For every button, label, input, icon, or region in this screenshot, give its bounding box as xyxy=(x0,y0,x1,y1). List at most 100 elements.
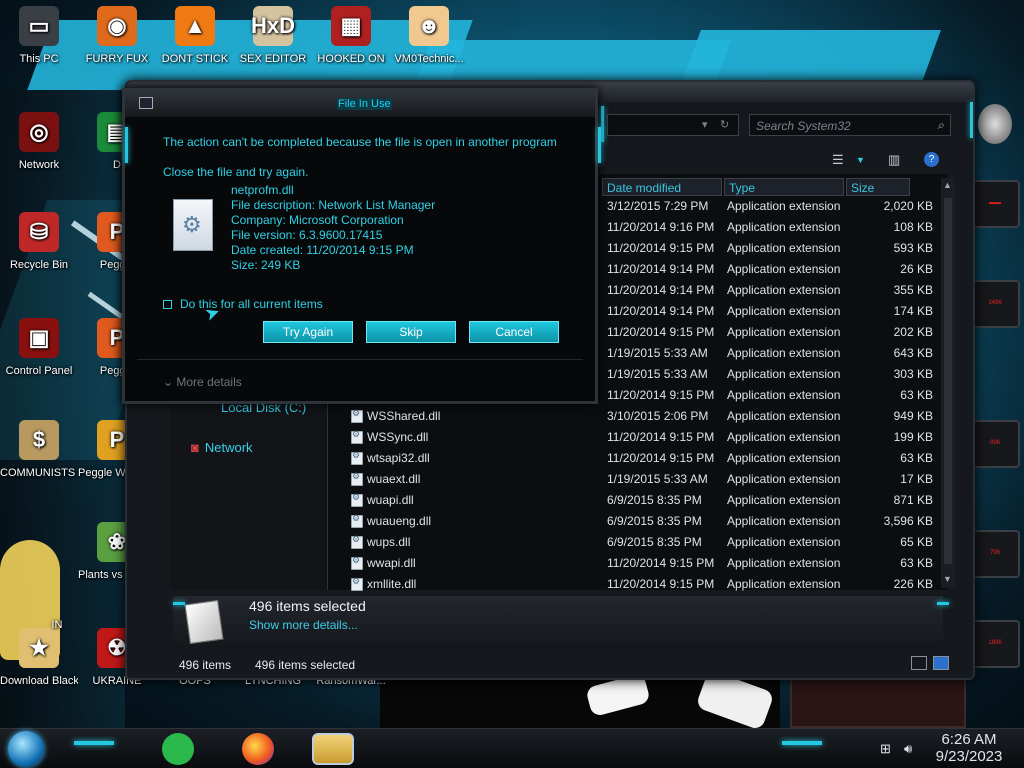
file-date-modified: 3/10/2015 2:06 PM xyxy=(607,409,709,423)
file-size: 199 KB xyxy=(893,430,933,444)
file-type: Application extension xyxy=(727,577,841,591)
file-date-modified: 1/19/2015 5:33 AM xyxy=(607,472,708,486)
desktop-icon[interactable]: $ COMMUNISTS HATE THIS G... xyxy=(0,420,78,480)
file-size: 26 KB xyxy=(900,262,933,276)
large-icons-view-button[interactable] xyxy=(933,656,949,670)
desktop-icon[interactable]: ◉ FURRY FUX xyxy=(78,6,156,66)
desktop-icon-label: Download Black Ali... xyxy=(0,675,78,687)
desktop-icon-image: ▦ xyxy=(331,6,371,46)
file-row[interactable]: wups.dll 6/9/2015 8:35 PM Application exte… xyxy=(347,532,939,552)
desktop-icon[interactable]: ☻ VM0Technic... xyxy=(390,6,468,66)
refresh-icon[interactable]: ↻ xyxy=(720,118,729,131)
desktop-icon[interactable]: ▭ This PC xyxy=(0,6,78,66)
file-size: 593 KB xyxy=(893,241,933,255)
file-size: 643 KB xyxy=(893,346,933,360)
file-date-modified: 11/20/2014 9:16 PM xyxy=(607,220,715,234)
desktop-icon[interactable]: IN xyxy=(18,572,96,632)
desktop-icon-image: ⛁ xyxy=(19,212,59,252)
file-icon xyxy=(351,576,363,591)
dropdown-arrow-icon[interactable]: ▾ xyxy=(702,118,708,131)
file-type: Application extension xyxy=(727,283,841,297)
file-explorer-icon[interactable] xyxy=(312,733,354,765)
file-row[interactable]: xmllite.dll 11/20/2014 9:15 PM Application… xyxy=(347,574,939,594)
scroll-down-arrow-icon[interactable]: ▼ xyxy=(943,574,952,584)
view-dropdown-icon[interactable]: ▼ xyxy=(856,155,865,165)
address-bar[interactable]: ▾ ↻ xyxy=(607,114,739,136)
more-details-toggle[interactable]: ⌄ More details xyxy=(163,375,242,389)
search-icon[interactable]: ⌕ xyxy=(937,118,944,133)
file-name: netprofm.dll xyxy=(231,183,294,197)
file-size: 174 KB xyxy=(893,304,933,318)
system-clock[interactable]: 6:26 AM 9/23/2023 xyxy=(920,731,1018,765)
file-size: 108 KB xyxy=(893,220,933,234)
file-type: Application extension xyxy=(727,241,841,255)
file-date-modified: 6/9/2015 8:35 PM xyxy=(607,514,702,528)
firefox-icon[interactable] xyxy=(242,733,274,765)
scroll-up-arrow-icon[interactable]: ▲ xyxy=(943,180,952,190)
file-size: 65 KB xyxy=(900,535,933,549)
desktop-icon-label: Control Panel xyxy=(5,365,73,377)
file-type: Application extension xyxy=(727,514,841,528)
file-row[interactable]: wuapi.dll 6/9/2015 8:35 PM Application ext… xyxy=(347,490,939,510)
help-icon[interactable]: ? xyxy=(924,152,939,167)
taskbar-accent xyxy=(74,741,114,745)
dll-file-icon xyxy=(173,199,213,251)
nav-item-network[interactable]: ◙ Network xyxy=(191,440,253,455)
try-again-button[interactable]: Try Again xyxy=(263,321,353,343)
file-name: wuapi.dll xyxy=(367,493,414,507)
taskbar-accent xyxy=(782,741,822,745)
file-row[interactable]: wuaext.dll 1/19/2015 5:33 AM Application e… xyxy=(347,469,939,489)
skip-button[interactable]: Skip xyxy=(366,321,456,343)
details-view-button[interactable] xyxy=(911,656,927,670)
scrollbar-thumb[interactable] xyxy=(944,198,952,564)
gadget-panel: ▬▬ xyxy=(970,180,1020,228)
gadget-panel: 896 xyxy=(970,420,1020,468)
desktop-icon[interactable]: ▣ Control Panel xyxy=(0,318,78,378)
desktop-icon-label: SEX EDITOR xyxy=(239,53,307,65)
cancel-button[interactable]: Cancel xyxy=(469,321,559,343)
file-row[interactable]: WSSync.dll 11/20/2014 9:15 PM Application … xyxy=(347,427,939,447)
desktop-icon-label: FURRY FUX xyxy=(85,53,149,65)
file-size: 63 KB xyxy=(900,451,933,465)
show-more-details-link[interactable]: Show more details... xyxy=(249,618,358,632)
file-name: xmllite.dll xyxy=(367,577,417,591)
file-row[interactable]: wwapi.dll 11/20/2014 9:15 PM Application e… xyxy=(347,553,939,573)
green-chat-icon[interactable] xyxy=(162,733,194,765)
dialog-divider xyxy=(137,359,583,360)
desktop-icon[interactable]: ◎ Network xyxy=(0,112,78,172)
desktop-icon[interactable]: ★ Download Black Ali... xyxy=(0,628,78,688)
file-size: Size: 249 KB xyxy=(231,258,301,272)
do-for-all-checkbox[interactable]: Do this for all current items xyxy=(163,297,323,311)
vertical-scrollbar[interactable]: ▲ ▼ xyxy=(941,178,955,588)
column-type[interactable]: Type xyxy=(724,178,844,196)
file-size: 355 KB xyxy=(893,283,933,297)
desktop-icon[interactable]: ▲ DONT STICK xyxy=(156,6,234,66)
desktop-icon-image: ◎ xyxy=(19,112,59,152)
checkbox-box[interactable] xyxy=(163,300,172,309)
dialog-title: File In Use xyxy=(337,98,392,110)
network-icon: ◙ xyxy=(191,440,199,455)
file-row[interactable]: WSShared.dll 3/10/2015 2:06 PM Application… xyxy=(347,406,939,426)
file-date-modified: 11/20/2014 9:15 PM xyxy=(607,388,715,402)
file-icon xyxy=(351,492,363,507)
file-type: Application extension xyxy=(727,220,841,234)
start-button[interactable] xyxy=(8,731,44,767)
file-date-modified: 1/19/2015 5:33 AM xyxy=(607,367,708,381)
file-size: 63 KB xyxy=(900,388,933,402)
file-row[interactable]: wtsapi32.dll 11/20/2014 9:15 PM Applicatio… xyxy=(347,448,939,468)
desktop-icon[interactable]: ⛁ Recycle Bin xyxy=(0,212,78,272)
view-options-icon[interactable]: ☰ xyxy=(832,152,844,168)
file-icon xyxy=(351,429,363,444)
volume-tray-icon[interactable]: 🔊︎ xyxy=(904,741,912,757)
file-row[interactable]: wuaueng.dll 6/9/2015 8:35 PM Application e… xyxy=(347,511,939,531)
column-size[interactable]: Size xyxy=(846,178,910,196)
desktop-icon[interactable]: HxD SEX EDITOR xyxy=(234,6,312,66)
column-date-modified[interactable]: Date modified xyxy=(602,178,722,196)
file-date-modified: 11/20/2014 9:14 PM xyxy=(607,262,715,276)
desktop-icon[interactable]: ▦ HOOKED ON xyxy=(312,6,390,66)
preview-pane-icon[interactable]: ▥ xyxy=(888,152,900,168)
frame-accent xyxy=(173,602,185,605)
search-input[interactable]: Search System32 ⌕ xyxy=(749,114,951,136)
network-tray-icon[interactable]: ⊞ xyxy=(880,741,891,757)
dialog-titlebar[interactable]: File In Use xyxy=(125,91,595,117)
